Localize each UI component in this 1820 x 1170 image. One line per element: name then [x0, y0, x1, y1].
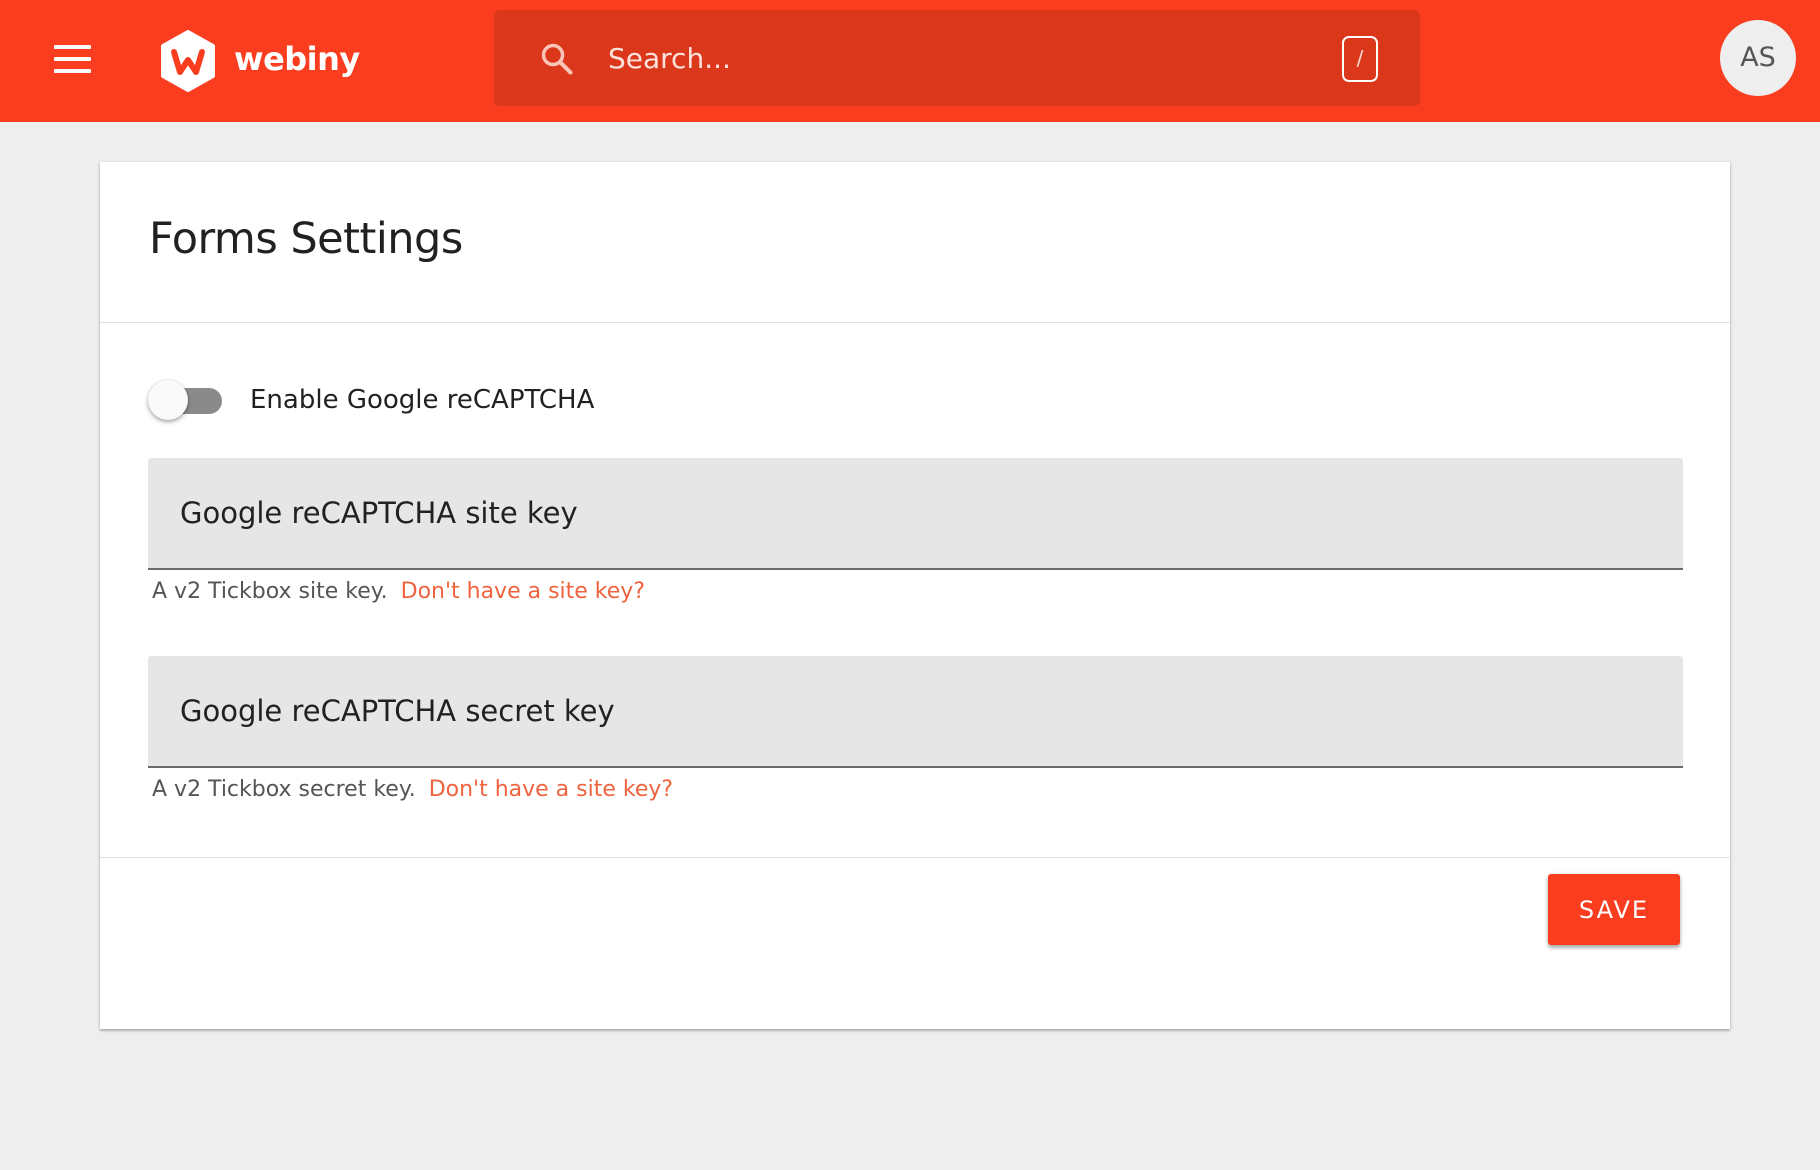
- webiny-logo-icon: [161, 30, 215, 92]
- menu-button[interactable]: [44, 36, 100, 86]
- recaptcha-toggle-row: Enable Google reCAPTCHA: [148, 370, 594, 430]
- page-title: Forms Settings: [149, 214, 463, 264]
- forms-settings-card: Forms Settings Enable Google reCAPTCHA A…: [100, 162, 1730, 1029]
- hamburger-line: [54, 57, 91, 61]
- search-bar[interactable]: /: [494, 10, 1420, 106]
- top-app-bar: webiny / AS: [0, 0, 1820, 122]
- user-avatar[interactable]: AS: [1720, 20, 1796, 96]
- search-icon[interactable]: [538, 40, 576, 78]
- recaptcha-toggle[interactable]: [148, 378, 224, 422]
- site-key-input[interactable]: [148, 458, 1683, 568]
- site-key-helper: A v2 Tickbox site key. Don't have a site…: [152, 579, 645, 604]
- site-key-field[interactable]: [148, 458, 1683, 570]
- secret-key-field[interactable]: [148, 656, 1683, 768]
- webiny-logo[interactable]: webiny: [160, 30, 360, 92]
- search-shortcut-key: /: [1342, 36, 1378, 82]
- switch-thumb: [148, 380, 188, 420]
- card-footer: [100, 857, 1730, 1029]
- secret-key-helper: A v2 Tickbox secret key. Don't have a si…: [152, 777, 673, 802]
- secret-key-help-link[interactable]: Don't have a site key?: [429, 777, 673, 802]
- hamburger-menu-icon: [54, 45, 91, 49]
- search-input[interactable]: [608, 32, 1268, 84]
- card-header: Forms Settings: [100, 162, 1730, 323]
- secret-key-helper-text: A v2 Tickbox secret key.: [152, 777, 416, 802]
- save-button[interactable]: SAVE: [1548, 874, 1680, 945]
- site-key-help-link[interactable]: Don't have a site key?: [401, 579, 645, 604]
- recaptcha-toggle-label[interactable]: Enable Google reCAPTCHA: [250, 385, 594, 415]
- logo-text: webiny: [234, 40, 360, 78]
- secret-key-input[interactable]: [148, 656, 1683, 766]
- site-key-helper-text: A v2 Tickbox site key.: [152, 579, 388, 604]
- hamburger-line: [54, 69, 91, 73]
